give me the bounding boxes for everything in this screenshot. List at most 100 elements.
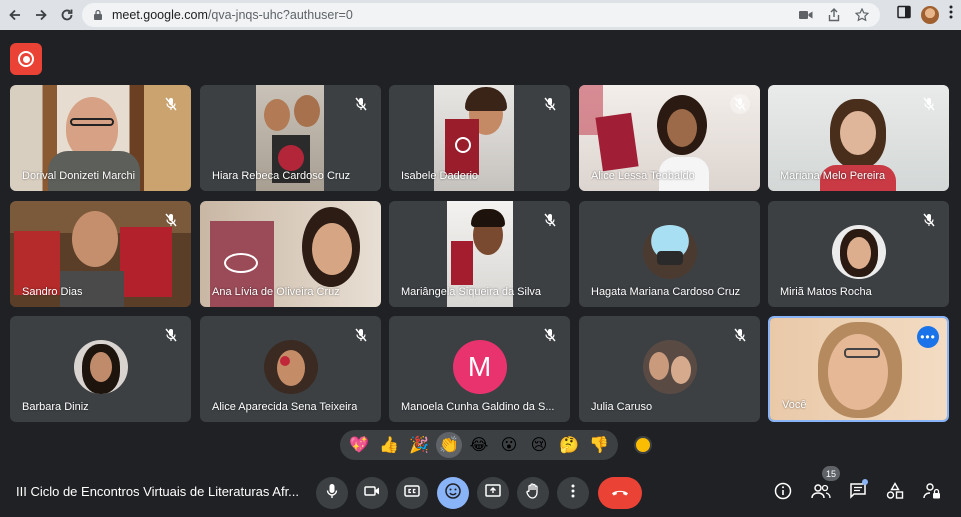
microphone-button[interactable] [316, 477, 348, 509]
participant-avatar [642, 340, 697, 394]
reaction-thumbs-down[interactable]: 👎 [586, 432, 612, 458]
browser-toolbar: meet.google.com/qva-jnqs-uhc?authuser=0 [0, 0, 961, 30]
captions-button[interactable] [396, 477, 428, 509]
camera-button[interactable] [356, 477, 388, 509]
participant-name: Mariana Melo Pereira [780, 170, 886, 182]
mic-off-icon [542, 96, 558, 112]
participant-name: Dorival Donizeti Marchi [22, 170, 136, 182]
reaction-thumbs-up[interactable]: 👍 [376, 432, 402, 458]
kebab-menu-icon [571, 484, 575, 503]
reaction-laugh[interactable]: 😂 [466, 432, 492, 458]
reaction-thinking[interactable]: 🤔 [556, 432, 582, 458]
participant-tile[interactable]: Isabele Daderio [389, 85, 570, 191]
participant-tile[interactable]: Hiara Rebeca Cardoso Cruz [200, 85, 381, 191]
recording-indicator[interactable] [10, 43, 42, 75]
participant-tile[interactable]: Ana Lívia de Oliveira Cruz [200, 201, 381, 307]
mic-off-icon [163, 96, 179, 112]
participant-name: Sandro Dias [22, 286, 83, 298]
meeting-title: III Ciclo de Encontros Virtuais de Liter… [16, 484, 300, 499]
kebab-menu-icon[interactable] [949, 5, 953, 24]
lock-icon [92, 9, 104, 21]
participant-tile[interactable]: Dorival Donizeti Marchi [10, 85, 191, 191]
participant-name: Barbara Diniz [22, 401, 89, 413]
more-options-button[interactable] [557, 477, 589, 509]
mic-off-icon [163, 212, 179, 228]
participant-avatar [73, 340, 128, 394]
lock-person-icon [923, 482, 941, 505]
mic-off-icon [921, 212, 937, 228]
camera-icon[interactable] [798, 7, 814, 23]
share-icon[interactable] [826, 7, 842, 23]
more-options-icon[interactable]: ••• [917, 326, 939, 348]
participant-tile[interactable]: Mariângela Siqueira da Silva [389, 201, 570, 307]
participant-tile[interactable]: Hagata Mariana Cardoso Cruz [579, 201, 760, 307]
present-screen-button[interactable] [477, 477, 509, 509]
participant-tile[interactable]: Julia Caruso [579, 316, 760, 422]
reactions-bar: 💖 👍 🎉 👏 😂 😮 😢 🤔 👎 [340, 430, 618, 460]
mic-off-icon [542, 327, 558, 343]
participant-name: Miriã Matos Rocha [780, 286, 872, 298]
participant-tile[interactable]: Alice Lessa Teobaldo [579, 85, 760, 191]
participant-name: Alice Lessa Teobaldo [591, 170, 695, 182]
participant-count-badge: 15 [822, 466, 841, 481]
people-button[interactable] [810, 482, 832, 504]
participant-tile[interactable]: M Manoela Cunha Galdino da S... [389, 316, 570, 422]
reaction-party[interactable]: 🎉 [406, 432, 432, 458]
hand-icon [526, 482, 540, 504]
participant-tile[interactable]: Mariana Melo Pereira [768, 85, 949, 191]
reaction-sad[interactable]: 😢 [526, 432, 552, 458]
address-bar[interactable]: meet.google.com/qva-jnqs-uhc?authuser=0 [82, 3, 880, 27]
mic-off-icon [353, 96, 369, 112]
meet-call-area: Dorival Donizeti Marchi Hiara Rebeca Car… [0, 30, 961, 517]
bookmark-star-icon[interactable] [854, 7, 870, 23]
participant-tile[interactable]: Miriã Matos Rocha [768, 201, 949, 307]
skin-tone-selector[interactable] [634, 436, 652, 454]
captions-icon [404, 484, 420, 502]
video-camera-icon [364, 484, 380, 502]
host-controls-button[interactable] [921, 482, 943, 504]
reactions-button[interactable] [437, 477, 469, 509]
participant-name: Manoela Cunha Galdino da S... [401, 401, 555, 413]
reaction-heart[interactable]: 💖 [346, 432, 372, 458]
participant-tile[interactable]: Alice Aparecida Sena Teixeira [200, 316, 381, 422]
chat-button[interactable] [847, 482, 869, 504]
present-icon [485, 483, 501, 503]
mic-off-icon [921, 96, 937, 112]
smiley-icon [445, 482, 461, 504]
reaction-clap[interactable]: 👏 [436, 432, 462, 458]
reaction-surprised[interactable]: 😮 [496, 432, 522, 458]
participant-avatar [263, 340, 318, 394]
participant-avatar: M [452, 340, 507, 394]
profile-avatar[interactable] [921, 5, 939, 24]
participant-name: Mariângela Siqueira da Silva [401, 286, 542, 298]
people-icon [811, 483, 831, 504]
self-view-tile[interactable]: Você ••• [768, 316, 949, 422]
info-icon [774, 482, 792, 505]
forward-arrow-icon[interactable] [30, 4, 52, 26]
activities-button[interactable] [884, 481, 906, 505]
participant-name: Julia Caruso [591, 401, 653, 413]
participant-tile[interactable]: Barbara Diniz [10, 316, 191, 422]
leave-call-button[interactable] [598, 477, 642, 509]
hang-up-icon [610, 484, 630, 502]
participant-name: Hiara Rebeca Cardoso Cruz [212, 170, 351, 182]
participant-name: Alice Aparecida Sena Teixeira [212, 401, 358, 413]
participant-name: Isabele Daderio [401, 170, 479, 182]
participant-name: Ana Lívia de Oliveira Cruz [212, 286, 340, 298]
new-message-indicator [862, 479, 868, 485]
participant-name: Hagata Mariana Cardoso Cruz [591, 286, 741, 298]
side-panel-icon[interactable] [897, 5, 911, 24]
raise-hand-button[interactable] [517, 477, 549, 509]
mic-off-icon [353, 327, 369, 343]
url-text: meet.google.com/qva-jnqs-uhc?authuser=0 [112, 8, 353, 22]
participant-name: Você [782, 399, 807, 411]
reload-icon[interactable] [56, 4, 78, 26]
mic-off-icon [163, 327, 179, 343]
back-arrow-icon[interactable] [4, 4, 26, 26]
shapes-icon [886, 481, 904, 505]
participant-avatar [831, 225, 886, 279]
mic-off-icon [732, 327, 748, 343]
meeting-details-button[interactable] [772, 482, 794, 504]
participant-tile[interactable]: Sandro Dias [10, 201, 191, 307]
mic-off-icon [730, 94, 750, 114]
